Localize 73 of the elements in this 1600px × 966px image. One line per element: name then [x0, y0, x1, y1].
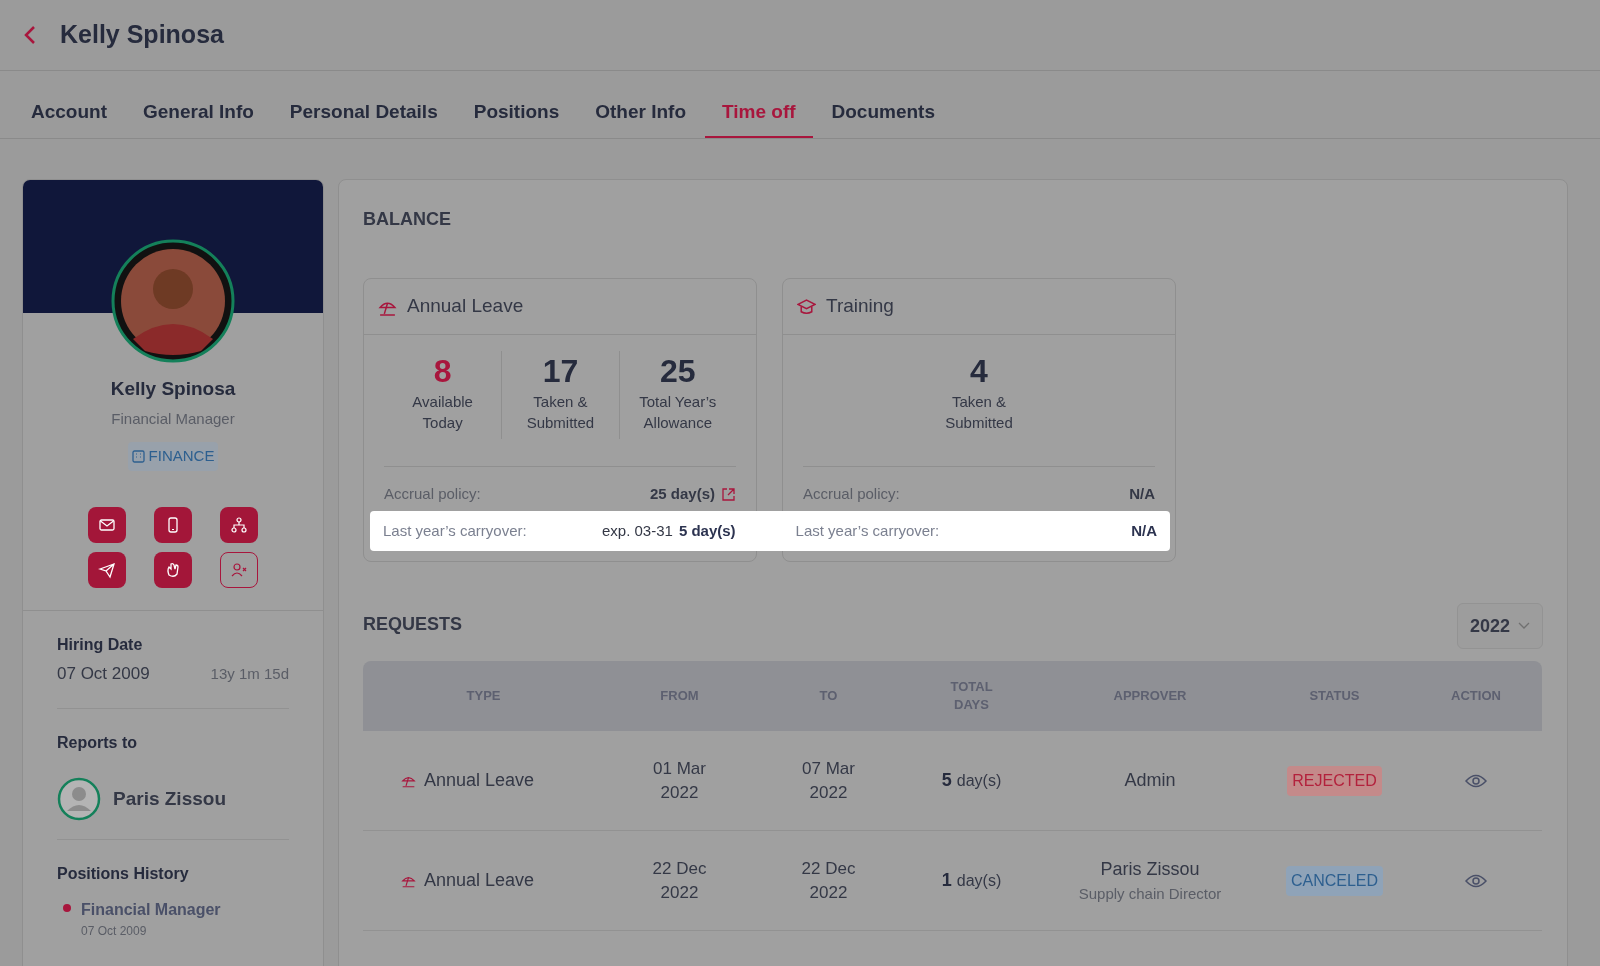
- external-link-icon[interactable]: [721, 486, 736, 502]
- table-cell-text: Annual Leave: [424, 769, 535, 792]
- approver-name: Admin: [1124, 769, 1176, 792]
- status-badge: CANCELED: [1285, 865, 1384, 896]
- stat-label: Available Today: [411, 392, 474, 433]
- tab[interactable]: Account: [14, 97, 124, 138]
- stat-value: 25: [660, 352, 696, 391]
- table-cell-text: Annual Leave: [424, 869, 535, 892]
- eye-icon: [1465, 872, 1487, 889]
- page-title: Kelly Spinosa: [60, 19, 224, 51]
- stat-value: 4: [970, 352, 988, 391]
- section-label: Positions History: [57, 864, 190, 884]
- section-label: Hiring Date: [57, 634, 144, 655]
- year-dropdown[interactable]: 2022: [1456, 603, 1543, 649]
- carryover-value: 5 day(s): [678, 520, 736, 541]
- phone-button[interactable]: [154, 506, 192, 543]
- stat-label: Total Year’s Allowance: [638, 392, 718, 433]
- tab[interactable]: Positions: [456, 97, 577, 138]
- carryover-label: Last year’s carryover:: [795, 520, 940, 541]
- paper-plane-button[interactable]: [88, 551, 126, 588]
- person-avatar-icon: [57, 777, 101, 821]
- hierarchy-icon: [229, 514, 249, 535]
- day-count: 5: [941, 769, 952, 792]
- building-icon: [131, 449, 145, 463]
- stat-value: 8: [433, 352, 452, 391]
- stat-value: 17: [542, 352, 579, 391]
- approver-title: Supply chain Director: [1078, 883, 1222, 904]
- stat-label: Taken & Submitted: [944, 392, 1014, 433]
- section-title: REQUESTS: [363, 613, 463, 636]
- day-unit: day(s): [956, 871, 1002, 891]
- position-date: 07 Oct 2009: [81, 923, 148, 940]
- chevron-down-icon: [1518, 622, 1530, 630]
- carryover-label: Last year’s carryover:: [383, 520, 527, 541]
- hiring-date: 07 Oct 2009: [57, 662, 150, 685]
- remove-user-button[interactable]: [220, 551, 258, 588]
- status-badge: REJECTED: [1287, 765, 1382, 796]
- card-title: Annual Leave: [407, 294, 524, 319]
- carryover-expiry: exp. 03-31: [602, 520, 673, 541]
- tenure: 13y 1m 15d: [210, 663, 289, 684]
- accrual-label: Accrual policy:: [384, 484, 481, 504]
- view-button[interactable]: [1465, 872, 1487, 889]
- tab[interactable]: Time off: [705, 97, 813, 138]
- table-cell-text: 22 Dec 2022: [651, 857, 708, 904]
- day-unit: day(s): [956, 771, 1002, 791]
- day-count: 1: [941, 869, 952, 892]
- table-cell-text: 22 Dec 2022: [800, 857, 857, 904]
- section-title: BALANCE: [363, 208, 452, 231]
- profile-name: Kelly Spinosa: [110, 377, 236, 401]
- waving-hand-button[interactable]: [154, 551, 192, 588]
- job-title: Financial Manager: [111, 408, 235, 429]
- manager-name[interactable]: Paris Zissou: [113, 784, 226, 814]
- section-label: Reports to: [57, 733, 138, 753]
- tab[interactable]: General Info: [126, 97, 271, 138]
- table-cell-text: 01 Mar 2022: [652, 757, 707, 804]
- view-button[interactable]: [1465, 772, 1487, 789]
- carryover-value: N/A: [1131, 520, 1157, 541]
- back-icon[interactable]: [24, 25, 36, 45]
- accrual-label: Accrual policy:: [803, 484, 900, 504]
- table-cell-text: 07 Mar 2022: [801, 757, 856, 804]
- position-title: Financial Manager: [81, 900, 221, 920]
- hierarchy-button[interactable]: [220, 506, 258, 543]
- tab[interactable]: Documents: [814, 97, 952, 138]
- tab[interactable]: Personal Details: [272, 97, 455, 138]
- card-title: Training: [826, 294, 894, 319]
- cap-icon: [797, 297, 816, 316]
- accrual-value: N/A: [1129, 484, 1155, 504]
- approver-name: Paris Zissou: [1100, 857, 1200, 881]
- department-label: FINANCE: [148, 446, 215, 466]
- tab[interactable]: Other Info: [578, 97, 703, 138]
- envelope-button[interactable]: [88, 506, 126, 543]
- accrual-value: 25 day(s): [649, 484, 715, 504]
- eye-icon: [1465, 772, 1487, 789]
- stat-label: Taken & Submitted: [525, 392, 596, 433]
